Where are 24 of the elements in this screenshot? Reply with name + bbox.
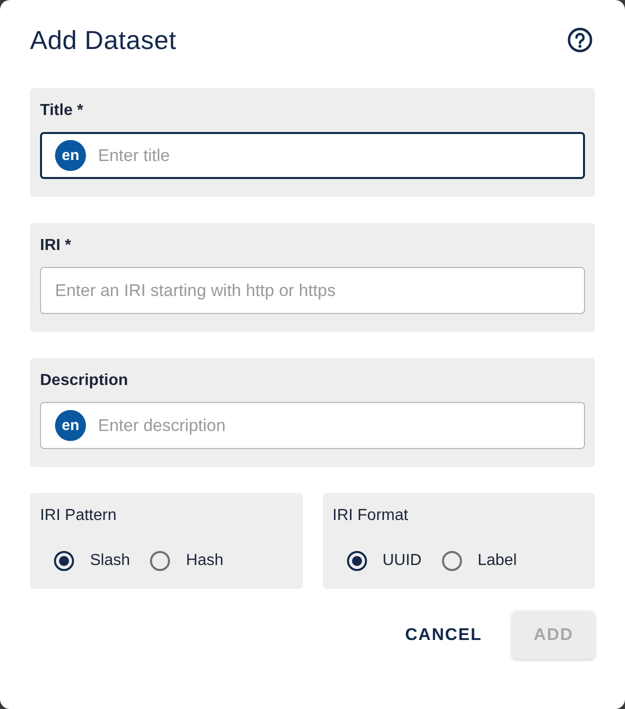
text-input[interactable]: Enter an IRI starting with http or https: [55, 280, 570, 300]
radio-button[interactable]: [54, 551, 74, 571]
radio-button[interactable]: [442, 551, 462, 571]
text-input[interactable]: Enter title: [98, 146, 570, 166]
help-icon[interactable]: [567, 27, 593, 53]
radio-button[interactable]: [346, 551, 366, 571]
radio-button[interactable]: [150, 551, 170, 571]
language-badge[interactable]: en: [55, 140, 86, 171]
field-label: Description: [40, 372, 130, 390]
radio-label[interactable]: Slash: [90, 552, 130, 570]
text-input[interactable]: Enter description: [98, 416, 570, 436]
language-badge[interactable]: en: [55, 410, 86, 441]
text-field[interactable]: en Enter description: [40, 402, 585, 449]
radio-label[interactable]: Label: [478, 552, 517, 570]
radio-label[interactable]: Hash: [186, 552, 224, 570]
text-field[interactable]: en Enter title: [40, 132, 585, 179]
field-label: IRI *: [40, 237, 72, 255]
text-field[interactable]: Enter an IRI starting with http or https: [40, 267, 585, 314]
dialog-title: Add Dataset: [30, 24, 176, 56]
group-label: IRI Pattern: [40, 507, 118, 525]
group-label: IRI Format: [332, 507, 410, 525]
cancel-button[interactable]: CANCEL: [403, 611, 484, 659]
radio-label[interactable]: UUID: [382, 552, 422, 570]
field-label: Title *: [40, 102, 84, 120]
